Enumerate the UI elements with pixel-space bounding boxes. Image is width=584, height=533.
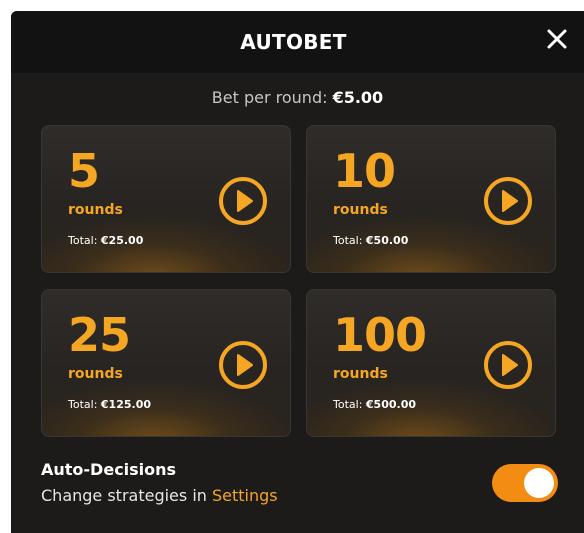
- play-icon[interactable]: [483, 176, 533, 226]
- toggle-knob: [524, 468, 554, 498]
- autobet-option-100[interactable]: 100 rounds Total: €500.00: [306, 289, 556, 437]
- autobet-modal: AUTOBET Bet per round: €5.00 5 rounds To…: [11, 11, 584, 533]
- total-label: Total:: [68, 234, 98, 247]
- total-label: Total:: [333, 234, 363, 247]
- rounds-label: rounds: [333, 202, 388, 218]
- rounds-count: 10: [333, 144, 396, 198]
- rounds-count: 25: [68, 308, 131, 362]
- total-text: Total: €500.00: [333, 398, 416, 411]
- bet-label: Bet per round:: [211, 88, 328, 107]
- rounds-label: rounds: [68, 366, 123, 382]
- total-label: Total:: [68, 398, 98, 411]
- play-icon[interactable]: [218, 176, 268, 226]
- modal-title: AUTOBET: [240, 30, 347, 54]
- rounds-count: 100: [333, 308, 427, 362]
- auto-decisions-subtitle: Change strategies in Settings: [41, 486, 278, 505]
- auto-decisions-toggle[interactable]: [492, 464, 558, 502]
- total-label: Total:: [333, 398, 363, 411]
- modal-header: AUTOBET: [11, 11, 584, 73]
- total-value: €25.00: [100, 234, 144, 247]
- play-icon[interactable]: [218, 340, 268, 390]
- subtitle-prefix: Change strategies in: [41, 486, 207, 505]
- rounds-count: 5: [68, 144, 100, 198]
- auto-decisions-title: Auto-Decisions: [41, 460, 177, 479]
- autobet-option-10[interactable]: 10 rounds Total: €50.00: [306, 125, 556, 273]
- rounds-label: rounds: [68, 202, 123, 218]
- play-icon[interactable]: [483, 340, 533, 390]
- total-value: €50.00: [365, 234, 409, 247]
- bet-per-round: Bet per round: €5.00: [11, 88, 584, 107]
- total-text: Total: €125.00: [68, 398, 151, 411]
- bet-amount: €5.00: [332, 88, 384, 107]
- close-icon[interactable]: [546, 28, 568, 50]
- total-text: Total: €50.00: [333, 234, 408, 247]
- autobet-option-5[interactable]: 5 rounds Total: €25.00: [41, 125, 291, 273]
- total-value: €500.00: [365, 398, 417, 411]
- total-value: €125.00: [100, 398, 152, 411]
- total-text: Total: €25.00: [68, 234, 143, 247]
- settings-link[interactable]: Settings: [212, 486, 278, 505]
- rounds-label: rounds: [333, 366, 388, 382]
- autobet-option-25[interactable]: 25 rounds Total: €125.00: [41, 289, 291, 437]
